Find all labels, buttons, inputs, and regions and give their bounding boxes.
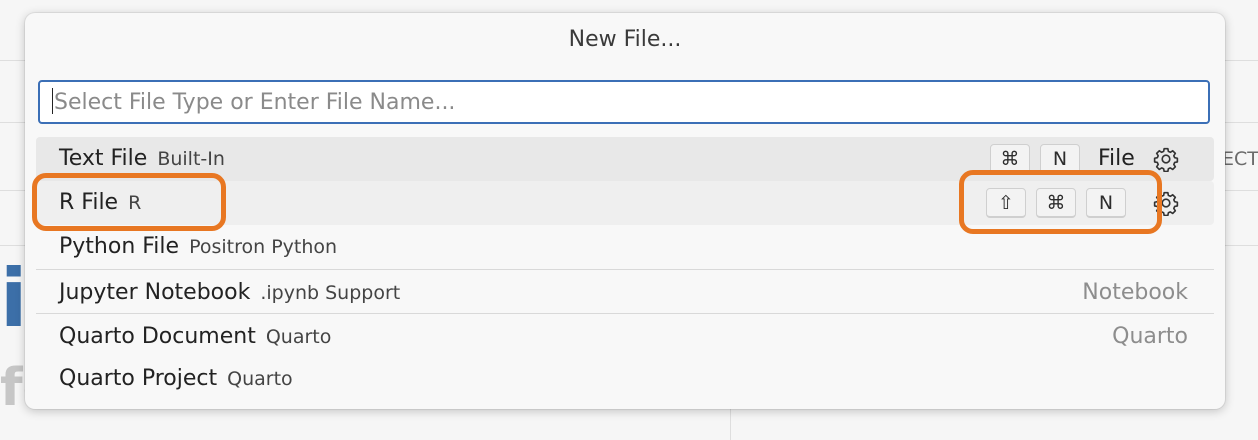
background-text-fragment: ECT (1222, 148, 1258, 170)
item-title: R File (59, 190, 119, 215)
item-description: Quarto (227, 368, 293, 390)
list-item-label: Python File Positron Python (59, 225, 337, 269)
list-item-python-file[interactable]: Python File Positron Python (36, 225, 1214, 269)
item-title: Quarto Project (59, 366, 218, 391)
search-field-wrapper (38, 80, 1210, 124)
key-n: N (1086, 188, 1126, 218)
dialog-title: New File... (568, 27, 682, 52)
item-category: Quarto (1112, 324, 1188, 349)
list-item-r-file[interactable]: R File R ⇧ ⌘ N (36, 181, 1214, 225)
list-item-label: Quarto Document Quarto (59, 315, 331, 359)
list-item-label: Jupyter Notebook .ipynb Support (59, 271, 400, 315)
key-n: N (1040, 144, 1080, 174)
item-description: R (128, 192, 142, 214)
list-item-label: Text File Built-In (59, 137, 225, 181)
item-category: Notebook (1082, 280, 1188, 305)
search-input[interactable] (38, 80, 1210, 124)
background-text-fragment: i (0, 252, 28, 345)
item-title: Python File (59, 234, 180, 259)
item-category: File (1098, 146, 1135, 171)
key-command: ⌘ (990, 144, 1030, 174)
list-separator (36, 269, 1214, 270)
keybinding: ⇧ ⌘ N (986, 188, 1126, 218)
item-title: Quarto Document (59, 324, 256, 349)
background-divider (730, 409, 731, 440)
list-item-text-file[interactable]: Text File Built-In ⌘ N File (36, 137, 1214, 181)
keybinding: ⌘ N (990, 144, 1080, 174)
list-item-label: Quarto Project Quarto (59, 357, 293, 401)
item-description: .ipynb Support (260, 282, 401, 304)
key-shift: ⇧ (986, 188, 1026, 218)
item-description: Quarto (265, 326, 332, 348)
text-caret (52, 88, 53, 114)
key-command: ⌘ (1036, 188, 1076, 218)
list-item-jupyter-notebook[interactable]: Jupyter Notebook .ipynb Support Notebook (36, 271, 1214, 315)
list-item-quarto-document[interactable]: Quarto Document Quarto Quarto (36, 315, 1214, 359)
new-file-quick-pick: New File... Text File Built-In ⌘ N File R… (25, 13, 1225, 409)
item-title: Jupyter Notebook (59, 280, 251, 305)
list-separator (36, 313, 1214, 314)
item-title: Text File (59, 146, 148, 171)
list-item-label: R File R (59, 181, 141, 225)
item-description: Positron Python (189, 236, 338, 258)
item-description: Built-In (157, 148, 225, 170)
gear-icon[interactable] (1153, 190, 1179, 216)
list-item-quarto-project[interactable]: Quarto Project Quarto (36, 357, 1214, 401)
gear-icon[interactable] (1153, 146, 1179, 172)
